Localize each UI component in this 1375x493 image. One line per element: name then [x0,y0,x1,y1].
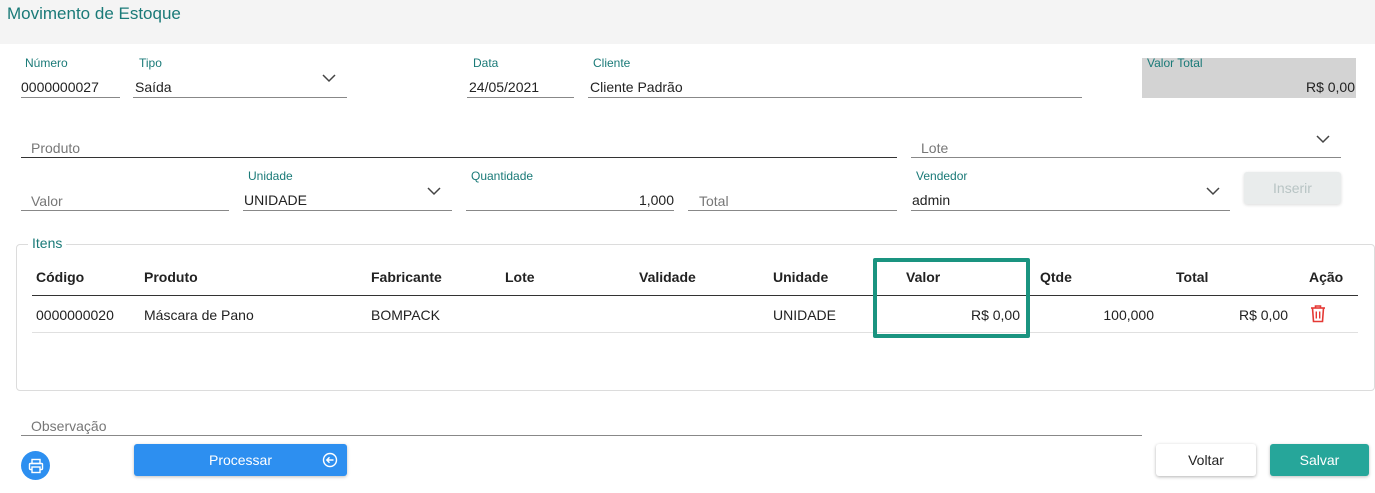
voltar-button[interactable]: Voltar [1156,444,1256,476]
vendedor-select[interactable]: admin [912,192,950,208]
unidade-label: Unidade [248,169,293,183]
cliente-label: Cliente [593,56,631,70]
data-label: Data [473,56,499,70]
valor-total-label: Valor Total [1147,56,1203,70]
page-header: Movimento de Estoque [0,0,1375,44]
printer-icon [28,458,43,473]
numero-underline [21,97,120,98]
circle-arrow-left-icon [322,452,338,468]
lote-chevron-down-icon[interactable] [1316,134,1330,144]
cell-fabricante: BOMPACK [371,307,440,323]
valor-underline [21,210,229,211]
column-header-validade: Validade [639,269,696,285]
vendedor-chevron-down-icon[interactable] [1206,186,1220,196]
cliente-underline [588,97,1082,98]
cell-total: R$ 0,00 [1238,307,1288,323]
numero-label: Número [25,56,68,70]
table-row-divider [32,332,1358,333]
column-header-fabricante: Fabricante [371,269,442,285]
tipo-label: Tipo [139,56,162,70]
total-input[interactable]: Total [699,193,729,209]
processar-label: Processar [208,452,273,468]
print-button[interactable] [21,451,50,480]
unidade-underline [243,210,452,211]
cell-produto: Máscara de Pano [144,307,254,323]
tipo-select[interactable]: Saída [135,79,172,95]
tipo-underline [133,97,347,98]
observacao-underline [21,435,1142,436]
unidade-select[interactable]: UNIDADE [244,192,307,208]
unidade-chevron-down-icon[interactable] [427,186,441,196]
cliente-field[interactable]: Cliente Padrão [590,79,683,95]
column-header-produto: Produto [144,269,198,285]
column-header-unidade: Unidade [773,269,829,285]
vendedor-underline [911,210,1230,211]
numero-field[interactable]: 0000000027 [21,79,99,95]
valor-input[interactable]: Valor [31,193,63,209]
cell-qtde: 100,000 [1103,307,1154,323]
processar-button[interactable]: Processar [134,444,347,476]
inserir-button[interactable]: Inserir [1244,172,1341,204]
cell-codigo: 0000000020 [36,307,114,323]
valor-column-highlight [873,258,1030,338]
page-title: Movimento de Estoque [7,4,181,23]
data-underline [467,97,574,98]
produto-underline [21,157,897,158]
tipo-chevron-down-icon[interactable] [322,73,336,83]
valor-total-value: R$ 0,00 [1305,79,1355,95]
vendedor-label: Vendedor [916,169,968,183]
observacao-input[interactable]: Observação [31,418,106,434]
column-header-qtde: Qtde [1040,269,1072,285]
column-header-acao: Ação [1309,269,1344,285]
column-header-total: Total [1176,269,1209,285]
lote-underline [911,157,1341,158]
column-header-lote: Lote [505,269,535,285]
total-underline [688,210,897,211]
data-field[interactable]: 24/05/2021 [469,79,539,95]
produto-input[interactable]: Produto [31,140,80,156]
lote-select[interactable]: Lote [921,140,948,156]
itens-legend: Itens [28,235,67,251]
quantidade-label: Quantidade [471,169,534,183]
quantidade-underline [466,210,674,211]
table-header-divider [32,295,1358,296]
cell-unidade: UNIDADE [773,307,837,323]
quantidade-field[interactable]: 1,000 [600,192,674,208]
salvar-button[interactable]: Salvar [1270,444,1369,476]
column-header-codigo: Código [36,269,85,285]
trash-icon[interactable] [1309,304,1327,323]
